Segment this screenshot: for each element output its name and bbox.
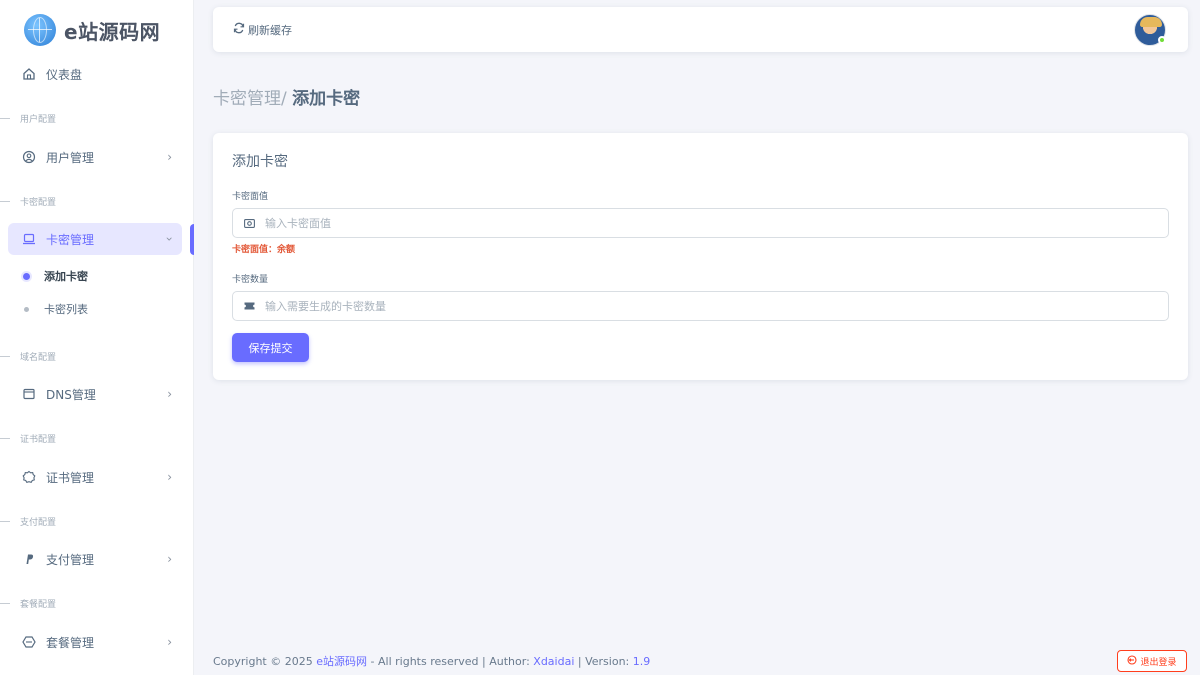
refresh-label: 刷新缓存 <box>248 23 292 37</box>
sidebar: e站源码网 仪表盘 用户配置 用户管理 › 卡密配置 卡密管理 › 添加卡密 卡… <box>0 0 194 675</box>
active-indicator <box>190 224 194 255</box>
sidebar-item-label: 仪表盘 <box>46 67 83 82</box>
top-navbar: 刷新缓存 <box>213 7 1188 52</box>
chevron-down-icon: › <box>162 236 177 242</box>
section-header-user: 用户配置 <box>0 110 194 126</box>
card-count-input[interactable] <box>265 292 1168 320</box>
footer-version-label: | Version: <box>577 655 630 668</box>
logout-label: 退出登录 <box>1140 656 1177 667</box>
sidebar-item-label: DNS管理 <box>46 387 96 402</box>
footer-copyright: Copyright © 2025 <box>213 655 313 668</box>
sidebar-item-label: 卡密管理 <box>46 232 95 247</box>
footer-author-link[interactable]: Xdaidai <box>533 655 574 668</box>
chevron-right-icon: › <box>167 150 172 164</box>
online-status-icon <box>1158 36 1166 44</box>
laptop-icon <box>22 232 36 246</box>
sidebar-item-dns-management[interactable]: DNS管理 › <box>8 378 182 410</box>
sidebar-subitem-label: 添加卡密 <box>44 270 88 283</box>
sidebar-subitem-add-card[interactable]: 添加卡密 <box>23 266 88 286</box>
card-count-label: 卡密数量 <box>232 275 269 285</box>
section-header-pay: 支付配置 <box>0 513 194 529</box>
sidebar-item-package-management[interactable]: 套餐管理 › <box>8 626 182 658</box>
footer-site-link[interactable]: e站源码网 <box>316 655 367 668</box>
breadcrumb: 卡密管理/ 添加卡密 <box>213 84 360 109</box>
sidebar-item-label: 用户管理 <box>46 150 95 165</box>
refresh-cache-button[interactable]: 刷新缓存 <box>233 22 292 38</box>
footer-rights: - All rights reserved | Author: <box>370 655 530 668</box>
user-circle-icon <box>22 150 36 164</box>
sidebar-subitem-label: 卡密列表 <box>44 303 88 316</box>
user-avatar[interactable] <box>1134 14 1166 46</box>
sidebar-item-pay-management[interactable]: 支付管理 › <box>8 543 182 575</box>
badge-icon <box>22 470 36 484</box>
brand-name: e站源码网 <box>64 19 161 44</box>
card-value-input[interactable] <box>265 209 1168 237</box>
breadcrumb-parent[interactable]: 卡密管理/ <box>213 89 287 109</box>
footer-version: 1.9 <box>632 655 651 668</box>
money-icon <box>233 218 265 228</box>
save-submit-button[interactable]: 保存提交 <box>232 333 309 362</box>
chevron-right-icon: › <box>167 470 172 484</box>
sidebar-item-label: 支付管理 <box>46 552 95 567</box>
sidebar-item-dashboard[interactable]: 仪表盘 <box>8 58 182 90</box>
footer: Copyright © 2025 e站源码网 - All rights rese… <box>213 653 650 669</box>
sidebar-item-label: 套餐管理 <box>46 635 95 650</box>
section-header-cert: 证书配置 <box>0 430 194 446</box>
sidebar-item-user-management[interactable]: 用户管理 › <box>8 141 182 173</box>
paypal-icon <box>22 552 36 566</box>
logout-button[interactable]: 退出登录 <box>1117 650 1187 672</box>
section-header-card: 卡密配置 <box>0 193 194 209</box>
section-header-package: 套餐配置 <box>0 595 194 611</box>
section-header-domain: 域名配置 <box>0 348 194 364</box>
bullet-dot-icon <box>23 272 30 280</box>
breadcrumb-current: 添加卡密 <box>292 89 361 109</box>
sidebar-item-cert-management[interactable]: 证书管理 › <box>8 461 182 493</box>
card-value-input-group <box>232 208 1169 238</box>
add-card-form-card: 添加卡密 卡密面值 卡密面值：余额 卡密数量 保存提交 <box>213 133 1188 380</box>
window-icon <box>22 387 36 401</box>
ticket-icon <box>233 302 265 310</box>
chevron-right-icon: › <box>167 552 172 566</box>
sidebar-subitem-card-list[interactable]: 卡密列表 <box>24 299 88 319</box>
chevron-right-icon: › <box>167 387 172 401</box>
card-value-error: 卡密面值：余额 <box>232 245 296 255</box>
card-count-input-group <box>232 291 1169 321</box>
brand[interactable]: e站源码网 <box>0 0 193 60</box>
card-title: 添加卡密 <box>232 154 288 170</box>
logout-icon <box>1127 654 1138 668</box>
bullet-dot-icon <box>24 306 29 312</box>
home-icon <box>22 67 36 81</box>
card-value-label: 卡密面值 <box>232 192 269 202</box>
sidebar-item-label: 证书管理 <box>46 470 95 485</box>
refresh-icon <box>233 22 245 38</box>
globe-logo-icon <box>24 14 56 46</box>
hexagon-icon <box>22 635 36 649</box>
sidebar-item-card-management[interactable]: 卡密管理 › <box>8 223 182 255</box>
chevron-right-icon: › <box>167 635 172 649</box>
